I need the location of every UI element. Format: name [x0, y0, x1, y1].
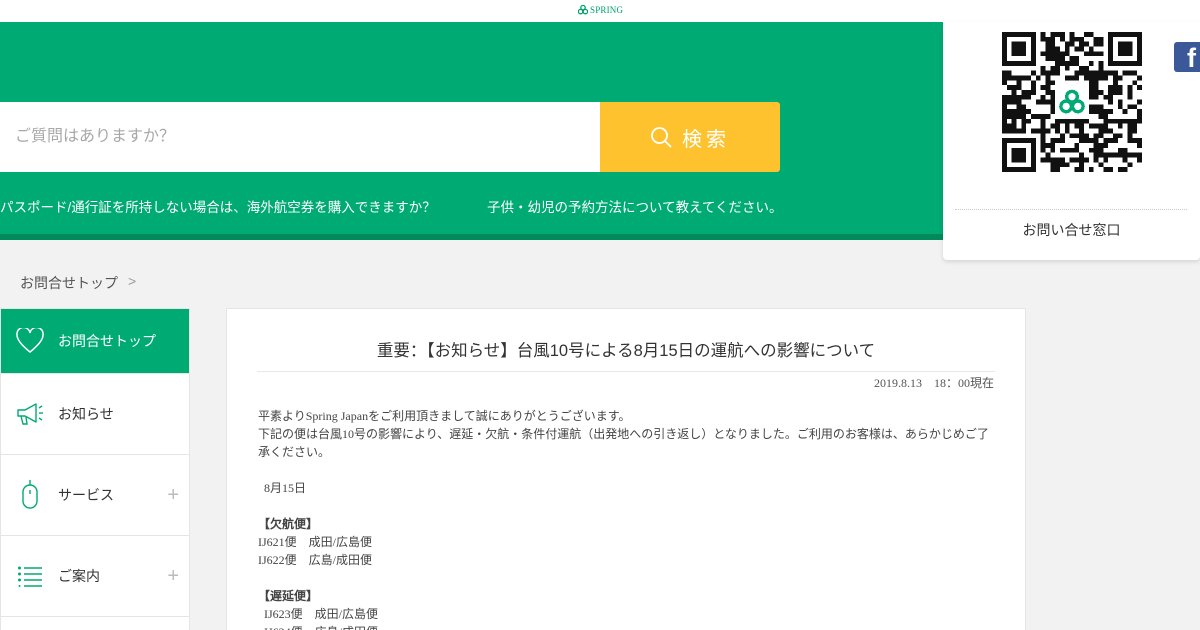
sidebar-item-label: お問合せトップ	[58, 333, 156, 349]
article-line	[258, 497, 998, 515]
list-icon	[15, 561, 45, 591]
article-line: IJ623便 成田/広島便	[258, 607, 379, 621]
expand-icon[interactable]: +	[167, 484, 179, 507]
search-button-label: 検索	[682, 128, 730, 151]
contact-window-label[interactable]: お問い合せ窓口	[943, 220, 1200, 240]
article-line: 【欠航便】	[258, 517, 319, 531]
article-line	[258, 569, 998, 587]
article-date: 2019.8.13 18：00現在	[873, 376, 994, 390]
search-icon	[651, 127, 672, 148]
article-title: 重要：【お知らせ】台風10号による8月15日の運航への影響について	[376, 342, 876, 360]
article-line: 8月15日	[258, 481, 307, 495]
article-line: IJ622便 広島/成田便	[258, 553, 373, 567]
article-line: IJ624便 広島/成田便	[258, 623, 998, 630]
article-line	[258, 461, 998, 479]
popular-question-link[interactable]: パスポード/通行証を所持しない場合は、海外航空券を購入できますか？	[0, 196, 436, 216]
top-bar: SPRING	[0, 0, 1200, 22]
divider	[955, 209, 1187, 210]
article-body: 平素よりSpring Japanをご利用頂きまして誠にありがとうございます。下記…	[258, 407, 998, 630]
facebook-icon[interactable]: f	[1174, 42, 1200, 72]
qr-contact-panel: お問い合せ窓口	[943, 22, 1200, 260]
sidebar-item-label: サービス	[58, 487, 114, 503]
article-line: 下記の便は台風10号の影響により、遅延・欠航・条件付運航（出発地への引き返し）と…	[258, 427, 989, 459]
sidebar-item-label: ご案内	[58, 568, 100, 584]
megaphone-icon	[15, 399, 45, 429]
search-input[interactable]	[0, 102, 600, 172]
article-line: 平素よりSpring Japanをご利用頂きまして誠にありがとうございます。	[258, 409, 631, 423]
sidebar-item-service[interactable]: サービス +	[1, 455, 189, 536]
heart-icon	[15, 326, 45, 356]
sidebar-item-label: お知らせ	[58, 406, 114, 422]
sidebar-item-guide[interactable]: ご案内 +	[1, 536, 189, 617]
expand-icon[interactable]: +	[167, 565, 179, 588]
clover-icon	[578, 5, 588, 15]
mouse-icon	[15, 480, 45, 510]
sidebar-menu: お問合せトップ お知らせ サービス + ご案内 +	[0, 308, 190, 630]
spring-logo[interactable]: SPRING	[578, 5, 623, 15]
sidebar-item-inquiry-top[interactable]: お問合せトップ	[1, 309, 189, 374]
divider	[257, 371, 995, 372]
article-line: 【遅延便】	[258, 589, 319, 603]
breadcrumb-separator: >	[128, 273, 137, 289]
breadcrumb-home[interactable]: お問合せトップ	[20, 273, 118, 293]
article-line: IJ621便 成田/広島便	[258, 535, 373, 549]
sidebar-item-news[interactable]: お知らせ	[1, 374, 189, 455]
search-button[interactable]: 検索	[600, 102, 780, 172]
qr-code	[1002, 32, 1142, 172]
logo-text: SPRING	[590, 5, 624, 15]
article-panel: 重要：【お知らせ】台風10号による8月15日の運航への影響について 2019.8…	[226, 308, 1026, 630]
breadcrumb: お問合せトップ >	[20, 273, 136, 293]
popular-question-link[interactable]: 子供・幼児の予約方法について教えてください。	[487, 196, 783, 216]
